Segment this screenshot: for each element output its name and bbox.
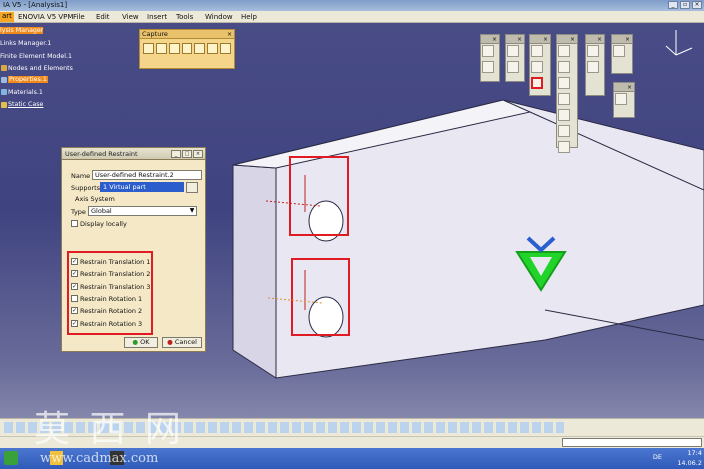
supports-field[interactable]: 1 Virtual part [100, 182, 184, 192]
chevron-down-icon[interactable]: ▼ [187, 206, 197, 216]
mesh-spec-icon[interactable] [482, 61, 494, 73]
part-side-face [232, 164, 277, 379]
close-icon[interactable]: × [227, 30, 232, 39]
ok-icon: ● [132, 338, 139, 346]
name-field[interactable]: User-defined Restraint.2 [92, 170, 202, 180]
rigid-icon[interactable] [507, 61, 519, 73]
display-locally-checkbox[interactable] [71, 220, 78, 227]
watermark-url: www.cadmax.com [40, 451, 159, 466]
clock-time: 17:4 [687, 449, 702, 457]
results-toolbar: × [611, 34, 633, 74]
axis-system-group: Axis System [75, 195, 115, 203]
maximize-button[interactable]: □ [182, 150, 192, 158]
restraint-icon[interactable] [531, 61, 543, 73]
ok-button[interactable]: ● OK [124, 337, 158, 348]
close-icon[interactable]: × [492, 35, 497, 44]
close-icon[interactable]: × [543, 35, 548, 44]
mesh-toolbar: × [480, 34, 500, 82]
restrain-translation-3-label: Restrain Translation 3 [80, 283, 151, 291]
results-icon[interactable] [613, 45, 625, 57]
minimize-button[interactable]: _ [171, 150, 181, 158]
clamp-icon[interactable] [531, 45, 543, 57]
camera-icon[interactable] [181, 43, 193, 54]
restrain-translation-3-checkbox[interactable]: ✓ [71, 283, 78, 290]
force-icon[interactable] [558, 61, 570, 73]
solver-icon[interactable] [587, 61, 599, 73]
supports-picker-icon[interactable] [186, 182, 198, 193]
close-icon[interactable]: × [570, 35, 575, 44]
virtual-part-toolbar: × [505, 34, 525, 82]
display-locally-label: Display locally [80, 220, 127, 228]
loads-toolbar: × [556, 34, 578, 153]
watermark-cn: 莫 西 网 [34, 409, 185, 450]
user-defined-restraint-icon[interactable] [531, 77, 543, 89]
zoom-icon[interactable] [615, 93, 627, 105]
restraints-toolbar: × [529, 34, 551, 96]
axis-compass-icon[interactable] [665, 30, 693, 56]
close-icon[interactable]: × [517, 35, 522, 44]
cancel-icon: ● [167, 338, 173, 346]
analysis-tools-toolbar: × [613, 82, 635, 118]
hole-lower[interactable] [308, 296, 344, 338]
compute-icon[interactable] [587, 45, 599, 57]
bearing-icon[interactable] [558, 93, 570, 105]
user-defined-restraint-dialog: User-defined Restraint _ □ × Name User-def… [61, 147, 206, 352]
mesh-icon[interactable] [482, 45, 494, 57]
cancel-label: Cancel [174, 338, 197, 346]
start-icon[interactable] [4, 451, 18, 465]
select-icon[interactable] [155, 43, 167, 54]
restrain-rotation-1-checkbox[interactable] [71, 295, 78, 302]
compute-toolbar: × [585, 34, 605, 96]
temperature-icon[interactable] [558, 125, 570, 137]
acceleration-icon[interactable] [558, 109, 570, 121]
clock-date: 14.06.2 [677, 459, 702, 467]
close-button[interactable]: × [193, 150, 203, 158]
type-label: Type [71, 208, 86, 216]
ok-label: OK [140, 338, 150, 346]
close-icon[interactable]: × [597, 35, 602, 44]
dialog-title: User-defined Restraint [65, 150, 138, 158]
restrain-rotation-3-label: Restrain Rotation 3 [80, 320, 143, 328]
close-icon[interactable]: × [625, 35, 630, 44]
capture-toolbar: Capture × [139, 29, 235, 69]
capture-icon[interactable] [168, 43, 180, 54]
restrain-translation-2-label: Restrain Translation 2 [80, 270, 151, 278]
moment-icon[interactable] [558, 77, 570, 89]
restrain-translation-1-label: Restrain Translation 1 [80, 258, 151, 266]
load-icon[interactable] [558, 141, 570, 153]
language-indicator: DE [652, 453, 662, 461]
restrain-rotation-3-checkbox[interactable]: ✓ [71, 320, 78, 327]
restrain-rotation-2-label: Restrain Rotation 2 [80, 307, 143, 315]
restrain-rotation-1-label: Restrain Rotation 1 [80, 295, 143, 303]
capture-toolbar-title: Capture [142, 30, 168, 38]
record-icon[interactable] [143, 43, 154, 54]
restrain-rotation-2-checkbox[interactable]: ✓ [71, 307, 78, 314]
album-icon[interactable] [207, 43, 219, 54]
virtual-part-icon[interactable] [507, 45, 519, 57]
restrain-translation-2-checkbox[interactable]: ✓ [71, 270, 78, 277]
cancel-button[interactable]: ● Cancel [162, 337, 202, 348]
chart-icon[interactable] [220, 43, 232, 54]
close-icon[interactable]: × [627, 83, 632, 92]
image-icon[interactable] [194, 43, 206, 54]
name-label: Name [71, 172, 91, 180]
supports-label: Supports [71, 184, 101, 192]
restrain-translation-1-checkbox[interactable]: ✓ [71, 258, 78, 265]
command-input[interactable] [562, 438, 702, 447]
pressure-icon[interactable] [558, 45, 570, 57]
type-select[interactable]: Global [88, 206, 197, 216]
part-front-face [232, 99, 704, 379]
